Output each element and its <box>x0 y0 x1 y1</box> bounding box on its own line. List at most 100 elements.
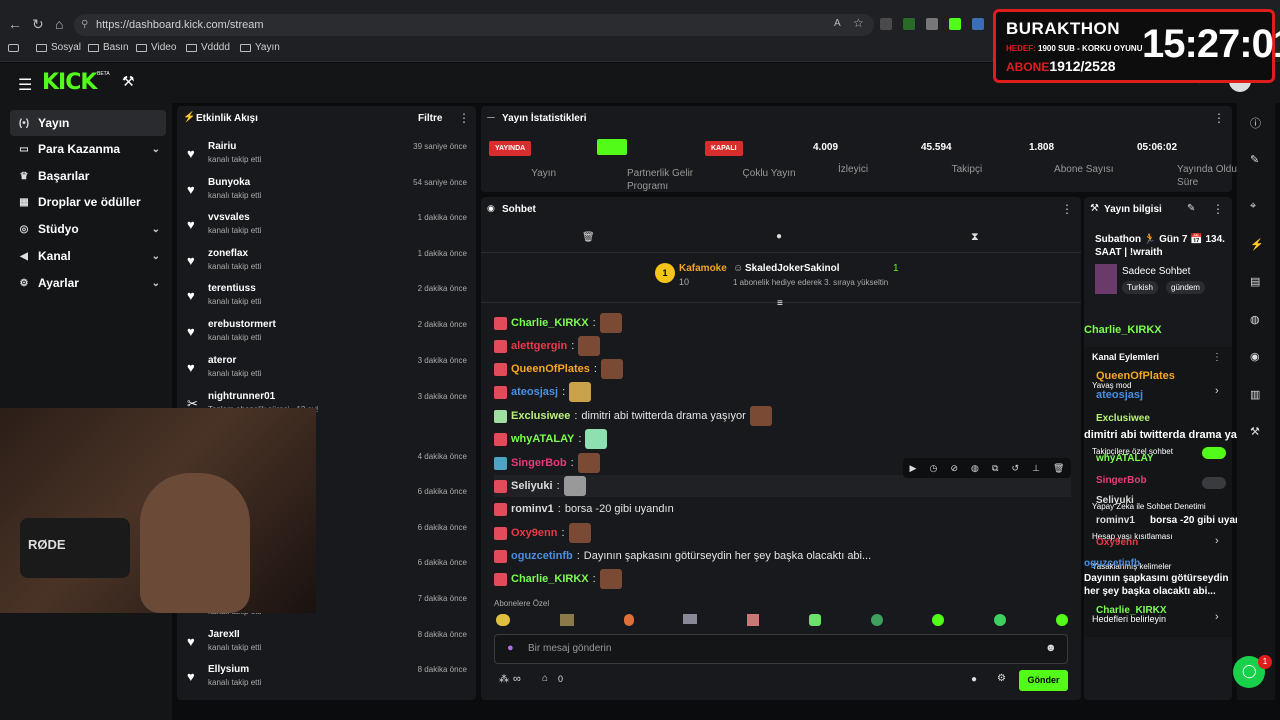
hamburger-menu-icon[interactable]: ☰ <box>18 75 32 95</box>
chevron-right-icon[interactable]: › <box>1215 385 1219 397</box>
more-options-icon[interactable]: ⋮ <box>1212 352 1222 363</box>
hourglass-icon[interactable]: ⧗ <box>971 231 979 244</box>
emoji-icon[interactable]: ☻ <box>1045 642 1057 654</box>
undo-icon[interactable]: ↺ <box>1011 463 1019 474</box>
pin-icon[interactable]: ⊥ <box>1032 463 1040 474</box>
emote-icon[interactable] <box>994 614 1007 626</box>
activity-item: ♥ terentiuss kanalı takip etti 2 dakika önc… <box>187 283 467 306</box>
chat-message: Charlie_KIRKX: <box>494 312 622 334</box>
bookmark-folder[interactable]: Basın <box>88 42 129 53</box>
play-icon[interactable]: ▶ <box>910 463 917 474</box>
delete-icon[interactable]: 🗑 <box>1053 463 1064 474</box>
broadcast-icon: (•) <box>18 117 30 129</box>
sub-badge-icon <box>494 432 507 446</box>
extension-icon[interactable] <box>926 18 938 30</box>
sidebar-item-yayin[interactable]: (•) Yayın <box>10 110 166 136</box>
trash-icon[interactable]: 🗑 <box>582 232 595 243</box>
address-bar[interactable]: ⚲ https://dashboard.kick.com/stream <box>74 14 874 36</box>
tag[interactable]: Turkish <box>1122 281 1158 294</box>
timeout-icon[interactable]: ◷ <box>930 463 938 474</box>
more-options-icon[interactable]: ⋮ <box>458 111 470 125</box>
chat-icon[interactable]: ◍ <box>1250 313 1260 326</box>
extension-icon[interactable] <box>903 18 915 30</box>
emote-icon[interactable] <box>932 614 945 626</box>
emote-icon[interactable] <box>623 614 634 626</box>
collapse-icon[interactable]: ≡ <box>777 298 783 309</box>
filter-button[interactable]: Filtre <box>418 113 442 124</box>
emote-icon[interactable] <box>870 614 883 626</box>
chat-message: Seliyuki: <box>494 475 1071 497</box>
favorite-star-icon[interactable]: ☆ <box>853 16 864 30</box>
followers-only-toggle[interactable] <box>1202 447 1226 459</box>
read-aloud-icon[interactable]: A <box>834 18 841 29</box>
heart-icon: ♥ <box>187 146 195 161</box>
mic-icon[interactable]: ● <box>507 642 514 654</box>
chat-bubble-icon[interactable]: ● <box>776 231 782 242</box>
back-icon[interactable]: ← <box>8 16 22 32</box>
overlay-clock: 15:27:01 <box>1142 22 1280 66</box>
chat-message: whyATALAY: <box>494 428 608 450</box>
document-icon[interactable]: ▤ <box>1250 275 1260 288</box>
sidebar-item-kanal[interactable]: ◀ Kanal ⌄ <box>10 243 166 269</box>
heart-icon: ♥ <box>187 288 195 303</box>
edit-icon[interactable]: ✎ <box>1187 203 1195 214</box>
more-options-icon[interactable]: ⋮ <box>1061 202 1073 216</box>
reload-icon[interactable]: ↻ <box>32 16 44 33</box>
emote-icon[interactable] <box>808 614 821 626</box>
sidebar-item-ayarlar[interactable]: ⚙ Ayarlar ⌄ <box>10 270 166 296</box>
crosshair-icon[interactable]: ⌖ <box>1250 200 1256 213</box>
more-options-icon[interactable]: ⋮ <box>1213 111 1225 125</box>
points-icon[interactable]: ⁂ <box>499 674 509 685</box>
emote-icon[interactable] <box>1055 614 1068 626</box>
gifter-name[interactable]: SkaledJokerSakinol <box>745 263 840 274</box>
store-icon[interactable]: ⌂ <box>542 673 548 684</box>
ai-moderation-toggle[interactable] <box>1202 477 1226 489</box>
chat-input[interactable]: ● Bir mesaj gönderin ☻ <box>494 634 1068 664</box>
more-options-icon[interactable]: ⋮ <box>1212 202 1224 216</box>
emote-icon[interactable] <box>683 614 698 624</box>
send-button[interactable]: Gönder <box>1019 670 1068 691</box>
top-gifter-name[interactable]: Kafamoke <box>679 263 727 274</box>
activity-item: ♥ JarexII kanalı takip etti 8 dakika önce <box>187 629 467 652</box>
heart-icon: ♥ <box>187 217 195 232</box>
extension-icon[interactable] <box>972 18 984 30</box>
broadcast-icon[interactable]: ◉ <box>1250 350 1260 363</box>
chevron-right-icon[interactable]: › <box>1215 611 1219 623</box>
category-thumbnail[interactable] <box>1095 264 1117 294</box>
sidebar-item-droplar[interactable]: ▦ Droplar ve ödüller <box>10 189 166 215</box>
lightning-icon[interactable]: ⚡ <box>1250 238 1264 251</box>
hammer-icon[interactable]: ⚒ <box>122 73 135 90</box>
bookmark-folder[interactable]: Vdddd <box>186 42 230 53</box>
reply-icon[interactable]: ◍ <box>971 463 979 474</box>
extension-icon[interactable] <box>880 18 892 30</box>
sidebar-item-basarilar[interactable]: ♛ Başarılar <box>10 163 166 189</box>
sidebar-item-para-kazanma[interactable]: ▭ Para Kazanma ⌄ <box>10 136 166 162</box>
chat-settings-bubble-icon[interactable]: ● <box>971 674 977 685</box>
bookmark-folder[interactable]: Video <box>136 42 176 53</box>
hide-icon[interactable]: ⊘ <box>950 463 958 474</box>
emote-icon[interactable] <box>559 614 574 626</box>
info-icon[interactable]: ⓘ <box>1250 115 1261 131</box>
pencil-icon[interactable]: ✎ <box>1250 153 1259 166</box>
gear-icon[interactable]: ⚙ <box>997 673 1006 684</box>
sub-badge-icon <box>494 502 507 516</box>
sidebar-item-studyo[interactable]: ◎ Stüdyo ⌄ <box>10 216 166 242</box>
home-icon[interactable]: ⌂ <box>55 16 63 32</box>
site-info-icon[interactable]: ⚲ <box>81 14 88 36</box>
kick-logo[interactable]: KICK <box>42 70 97 95</box>
bookmark-folder[interactable]: Yayın <box>240 42 280 53</box>
bookmark-folder[interactable]: Sosyal <box>36 42 81 53</box>
copy-icon[interactable]: ⧉ <box>992 463 998 474</box>
wrench-icon[interactable]: ⚒ <box>1250 425 1260 438</box>
layout-icon[interactable]: ▥ <box>1250 388 1260 401</box>
stat-followers: 45.594 Takipçi <box>921 142 983 175</box>
emote-icon[interactable] <box>747 614 760 626</box>
emote-icon[interactable] <box>496 614 510 626</box>
chevron-right-icon[interactable]: › <box>1215 535 1219 547</box>
pinned-leaderboard: 1 Kafamoke 10 ☺ SkaledJokerSakinol 1 1 a… <box>481 253 1081 309</box>
url-text: https://dashboard.kick.com/stream <box>96 19 264 31</box>
tag[interactable]: gündem <box>1166 281 1205 294</box>
extension-icon[interactable] <box>949 18 961 30</box>
bookmark-bar-icon[interactable] <box>8 44 19 52</box>
category-name[interactable]: Sadece Sohbet <box>1122 266 1190 277</box>
